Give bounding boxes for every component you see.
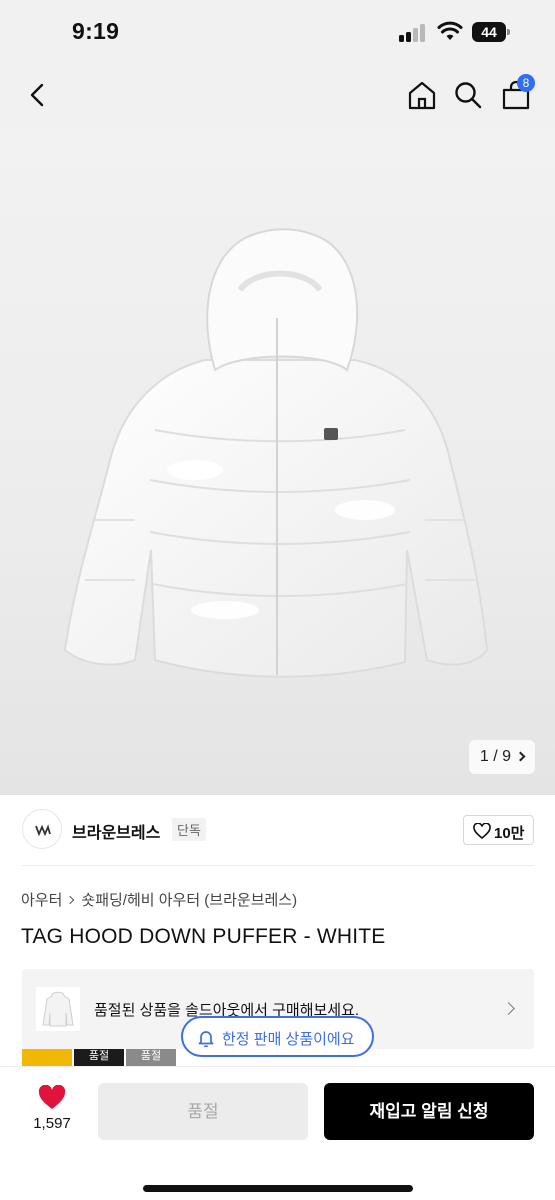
soldout-button: 품절	[98, 1083, 308, 1140]
gallery-pager[interactable]: 1 / 9	[469, 740, 535, 774]
soldout-product-thumbnail	[36, 987, 80, 1031]
cellular-signal-icon	[399, 22, 429, 42]
chevron-right-icon	[515, 751, 526, 762]
gallery-pager-label: 1 / 9	[479, 748, 512, 765]
color-swatch[interactable]: 품절	[126, 1049, 176, 1067]
bottom-action-bar: 1,597 품절 재입고 알림 신청	[0, 1067, 555, 1200]
cart-count-badge: 8	[517, 74, 535, 92]
heart-filled-icon	[38, 1085, 66, 1109]
home-icon[interactable]	[406, 79, 438, 111]
divider	[22, 865, 534, 866]
color-options-strip[interactable]: 품절 품절	[22, 1049, 182, 1067]
bell-icon	[198, 1031, 214, 1047]
wishlist-count: 1,597	[33, 1115, 71, 1132]
breadcrumb-level-1[interactable]: 아우터	[21, 892, 62, 909]
chevron-right-icon	[66, 895, 75, 905]
product-image-white-puffer-jacket	[63, 228, 489, 678]
chevron-right-icon	[502, 1002, 515, 1015]
brand-name[interactable]: 브라운브레스	[72, 819, 160, 843]
product-title: TAG HOOD DOWN PUFFER - WHITE	[21, 925, 386, 948]
home-indicator	[143, 1185, 413, 1192]
search-icon[interactable]	[452, 79, 484, 111]
exclusive-badge: 단독	[172, 818, 206, 841]
brand-logo-mark	[35, 824, 51, 837]
limited-sale-notice[interactable]: 한정 판매 상품이에요	[181, 1016, 374, 1057]
restock-alert-button[interactable]: 재입고 알림 신청	[324, 1083, 534, 1140]
product-image-gallery[interactable]: 1 / 9	[0, 128, 555, 795]
brand-row: 브라운브레스 단독 10만	[0, 795, 555, 865]
cart-button[interactable]: 8	[500, 74, 535, 111]
battery-icon: 44	[472, 22, 510, 42]
limited-sale-text: 한정 판매 상품이에요	[222, 1031, 355, 1048]
nav-bar: 8	[0, 66, 555, 128]
brand-like-count: 10만	[494, 825, 525, 842]
back-icon[interactable]	[22, 79, 54, 111]
heart-outline-icon	[473, 823, 491, 839]
brand-like-button[interactable]: 10만	[463, 815, 534, 845]
color-swatch[interactable]	[22, 1049, 72, 1067]
breadcrumb: 아우터 숏패딩/헤비 아우터 (브라운브레스)	[21, 889, 297, 910]
battery-level: 44	[472, 22, 506, 42]
wishlist-button[interactable]: 1,597	[26, 1085, 78, 1145]
status-bar: 9:19 44	[0, 0, 555, 66]
brand-logo[interactable]	[22, 809, 62, 849]
breadcrumb-level-2[interactable]: 숏패딩/헤비 아우터 (브라운브레스)	[81, 892, 297, 909]
color-swatch[interactable]: 품절	[74, 1049, 124, 1067]
wifi-icon	[437, 21, 463, 40]
status-time: 9:19	[72, 18, 120, 44]
